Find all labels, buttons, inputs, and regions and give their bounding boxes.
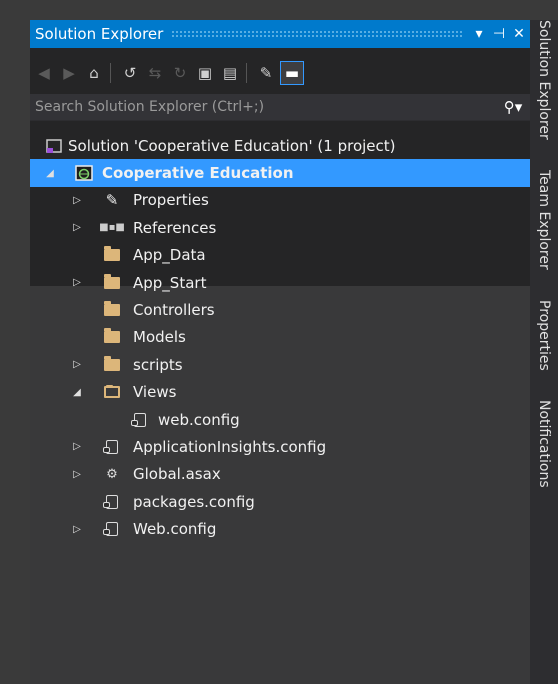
back-icon[interactable]: ◀ [33, 62, 55, 84]
search-icon[interactable]: ⚲▾ [496, 94, 530, 120]
wrench-icon: ✎ [105, 191, 119, 210]
properties-wrench-icon[interactable]: ✎ [255, 62, 277, 84]
tree-row[interactable]: ▷ Web.config [30, 515, 530, 542]
tree-row[interactable]: ▷ ⚙ Global.asax [30, 461, 530, 488]
tree-item-label: References [133, 218, 217, 237]
expand-icon[interactable]: ▷ [71, 277, 83, 288]
config-file-icon [102, 520, 122, 538]
toolbar-separator [110, 63, 111, 83]
tree-item-label: Global.asax [133, 465, 221, 484]
tree-row[interactable]: web.config [30, 406, 530, 433]
tree-item-label: Properties [133, 191, 209, 210]
tree-row[interactable]: ▷ App_Start [30, 269, 530, 296]
tree-row[interactable]: ◢ Views [30, 379, 530, 406]
side-tab-strip: Solution Explorer Team Explorer Properti… [530, 20, 558, 684]
tree-item-label: App_Start [133, 273, 207, 292]
tree-row[interactable]: ▷ ■▪■ References [30, 214, 530, 241]
tab-notifications[interactable]: Notifications [530, 400, 558, 510]
tree-item-label: Web.config [133, 520, 217, 539]
tree-item-label: Views [133, 383, 177, 402]
references-icon: ■▪■ [99, 222, 125, 234]
expand-icon[interactable]: ▷ [71, 195, 83, 206]
web-project-icon [74, 164, 94, 182]
forward-icon[interactable]: ▶ [58, 62, 80, 84]
folder-icon [102, 246, 122, 264]
dropdown-icon[interactable]: ▾ [470, 26, 488, 42]
folder-icon [102, 273, 122, 292]
tree-item-label: Models [133, 328, 186, 347]
solution-label: Solution 'Cooperative Education' (1 proj… [68, 136, 396, 155]
tab-solution-explorer[interactable]: Solution Explorer [530, 20, 558, 166]
close-icon[interactable]: ✕ [510, 26, 528, 42]
solution-icon [44, 137, 64, 155]
tree-row[interactable]: ▷ ✎ Properties [30, 187, 530, 214]
sync-icon[interactable]: ⇆ [144, 62, 166, 84]
expand-icon[interactable]: ▷ [71, 469, 83, 480]
collapse-all-icon[interactable]: ▣ [194, 62, 216, 84]
panel-title: Solution Explorer [35, 25, 164, 43]
collapse-icon[interactable]: ◢ [71, 387, 83, 398]
search-input[interactable] [30, 98, 496, 116]
folder-icon [102, 301, 122, 319]
project-label: Cooperative Education [102, 164, 294, 183]
show-all-files-icon[interactable]: ▤ [219, 62, 241, 84]
tree-row-project[interactable]: ◢ Cooperative Education [30, 159, 530, 187]
global-asax-icon: ⚙ [106, 466, 118, 482]
tree-row[interactable]: Models [30, 324, 530, 351]
expand-icon[interactable]: ▷ [71, 524, 83, 535]
tree-row[interactable]: Controllers [30, 296, 530, 323]
refresh-icon[interactable]: ↻ [169, 62, 191, 84]
pin-icon[interactable]: ⊣ [490, 26, 508, 42]
folder-icon [102, 328, 122, 346]
tree-item-label: ApplicationInsights.config [133, 437, 327, 456]
solution-tree: Solution 'Cooperative Education' (1 proj… [30, 132, 530, 543]
expand-icon[interactable]: ▷ [71, 441, 83, 452]
open-folder-icon [102, 383, 122, 401]
tree-item-label: scripts [133, 355, 183, 374]
title-bar[interactable]: Solution Explorer ▾ ⊣ ✕ [30, 20, 530, 48]
solution-explorer-panel: Solution Explorer ▾ ⊣ ✕ ◀ ▶ ⌂ ↺ ⇆ ↻ ▣ ▤ … [30, 20, 530, 684]
toolbar: ◀ ▶ ⌂ ↺ ⇆ ↻ ▣ ▤ ✎ ▬ [30, 58, 530, 88]
history-icon[interactable]: ↺ [119, 62, 141, 84]
tree-item-label: App_Data [133, 246, 206, 265]
tab-team-explorer[interactable]: Team Explorer [530, 170, 558, 300]
preview-icon[interactable]: ▬ [280, 61, 304, 85]
config-file-icon [130, 411, 150, 429]
tree-row[interactable]: ▷ ApplicationInsights.config [30, 433, 530, 460]
title-drag-grip[interactable] [171, 30, 462, 38]
toolbar-separator [246, 63, 247, 83]
tree-item-label: packages.config [133, 492, 255, 511]
tab-properties[interactable]: Properties [530, 300, 558, 386]
tree-item-label: Controllers [133, 301, 215, 320]
tree-row[interactable]: App_Data [30, 242, 530, 269]
search-bar: ⚲▾ [30, 94, 530, 121]
folder-icon [102, 355, 122, 374]
config-file-icon [102, 493, 122, 511]
home-icon[interactable]: ⌂ [83, 62, 105, 84]
collapse-icon[interactable]: ◢ [44, 168, 56, 179]
tree-row[interactable]: ▷ scripts [30, 351, 530, 378]
expand-icon[interactable]: ▷ [71, 222, 83, 233]
expand-icon[interactable]: ▷ [71, 359, 83, 370]
tree-item-label: web.config [158, 410, 240, 429]
tree-row[interactable]: packages.config [30, 488, 530, 515]
config-file-icon [102, 438, 122, 456]
tree-row-solution[interactable]: Solution 'Cooperative Education' (1 proj… [30, 132, 530, 159]
